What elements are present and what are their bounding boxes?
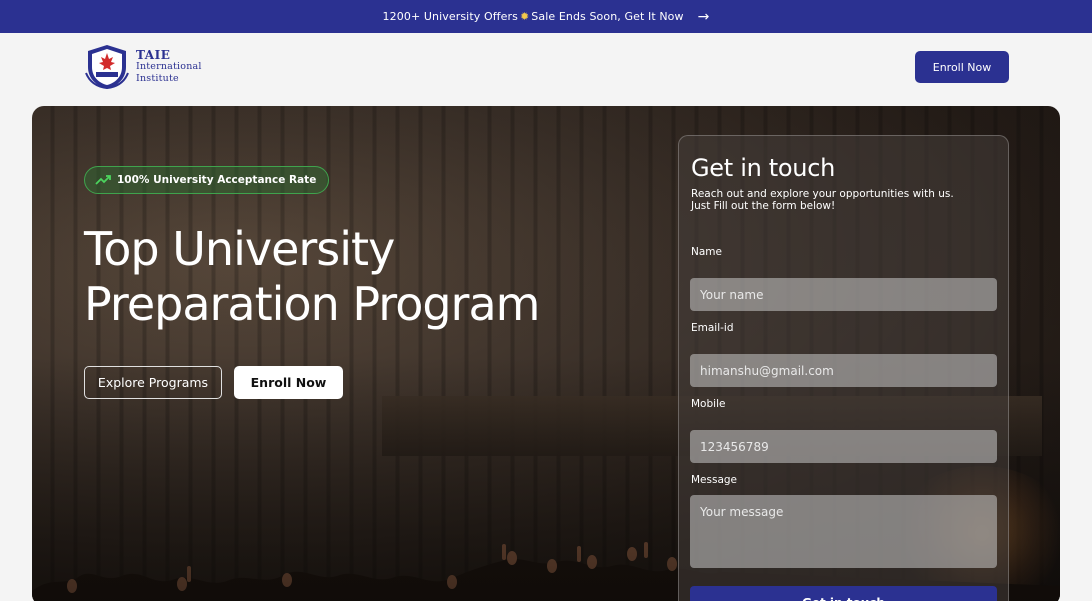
hero-title-line1: Top University: [84, 222, 395, 276]
hero-section: 100% University Acceptance Rate Top Univ…: [32, 106, 1060, 601]
explore-programs-button[interactable]: Explore Programs: [84, 366, 222, 399]
logo-wordmark: TAIE International Institute: [136, 49, 202, 85]
email-input[interactable]: himanshu@gmail.com: [690, 354, 997, 387]
logo-line1: TAIE: [136, 48, 171, 62]
site-header: TAIE International Institute Enroll Now: [0, 33, 1092, 103]
promo-bar[interactable]: 1200+ University Offers ✹ Sale Ends Soon…: [0, 0, 1092, 33]
sparkle-icon: ✹: [519, 10, 530, 23]
hero-title: Top University Preparation Program: [84, 222, 604, 332]
form-subtitle-line2: Just Fill out the form below!: [691, 200, 836, 212]
promo-text: 1200+ University Offers: [382, 10, 518, 23]
message-textarea[interactable]: Your message: [690, 495, 997, 568]
acceptance-rate-badge: 100% University Acceptance Rate: [84, 166, 330, 194]
email-label: Email-id: [691, 322, 734, 334]
arrow-right-icon[interactable]: →: [698, 9, 710, 25]
message-label: Message: [691, 474, 738, 486]
trending-up-icon: [95, 175, 111, 185]
logo-line2: International: [136, 61, 202, 72]
badge-text: 100% University Acceptance Rate: [117, 174, 317, 186]
header-enroll-button[interactable]: Enroll Now: [915, 51, 1009, 83]
form-title: Get in touch: [691, 154, 836, 182]
mobile-input[interactable]: 123456789: [690, 430, 997, 463]
name-label: Name: [691, 246, 722, 258]
logo-line3: Institute: [136, 73, 179, 84]
form-subtitle-line1: Reach out and explore your opportunities…: [691, 188, 954, 200]
form-subtitle: Reach out and explore your opportunities…: [691, 188, 991, 212]
mobile-label: Mobile: [691, 398, 726, 410]
name-input[interactable]: Your name: [690, 278, 997, 311]
crest-logo-icon: [85, 45, 129, 90]
contact-form: Get in touch Reach out and explore your …: [678, 135, 1009, 601]
submit-button[interactable]: Get in touch: [690, 586, 997, 601]
logo[interactable]: TAIE International Institute: [84, 43, 224, 91]
hero-enroll-button[interactable]: Enroll Now: [234, 366, 343, 399]
hero-title-line2: Preparation Program: [84, 277, 540, 331]
promo-text-cta: Sale Ends Soon, Get It Now: [531, 10, 684, 23]
